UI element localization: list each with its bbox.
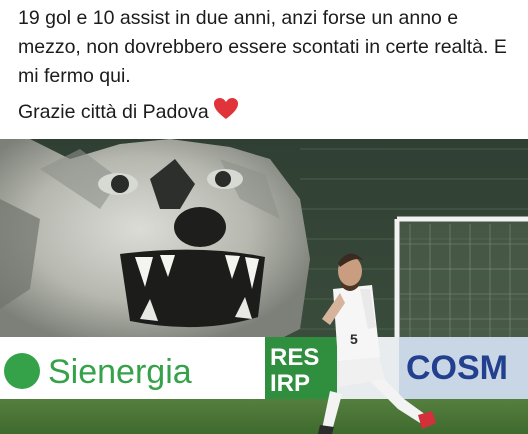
pitch [0,399,528,434]
shirt-number: 5 [350,331,358,347]
post-text: 19 gol e 10 assist in due anni, anzi for… [18,4,518,127]
post-photo[interactable]: Sienergia RES IRP COSM 5 [0,139,528,434]
post-paragraph-2-text: Grazie città di Padova [18,101,209,123]
banner-cosm: COSM [406,349,508,387]
post-paragraph-2: Grazie città di Padova [18,97,518,127]
banner-sienergia: Sienergia [48,353,192,391]
sienergia-logo-icon [4,353,40,389]
wolf-tifo-icon [0,139,310,339]
advertising-boards: Sienergia RES IRP COSM [0,337,528,399]
red-heart-icon [213,97,239,121]
banner-res: RES [270,344,319,371]
post-paragraph-1: 19 gol e 10 assist in due anni, anzi for… [18,7,507,87]
banner-irp: IRP [270,370,310,397]
